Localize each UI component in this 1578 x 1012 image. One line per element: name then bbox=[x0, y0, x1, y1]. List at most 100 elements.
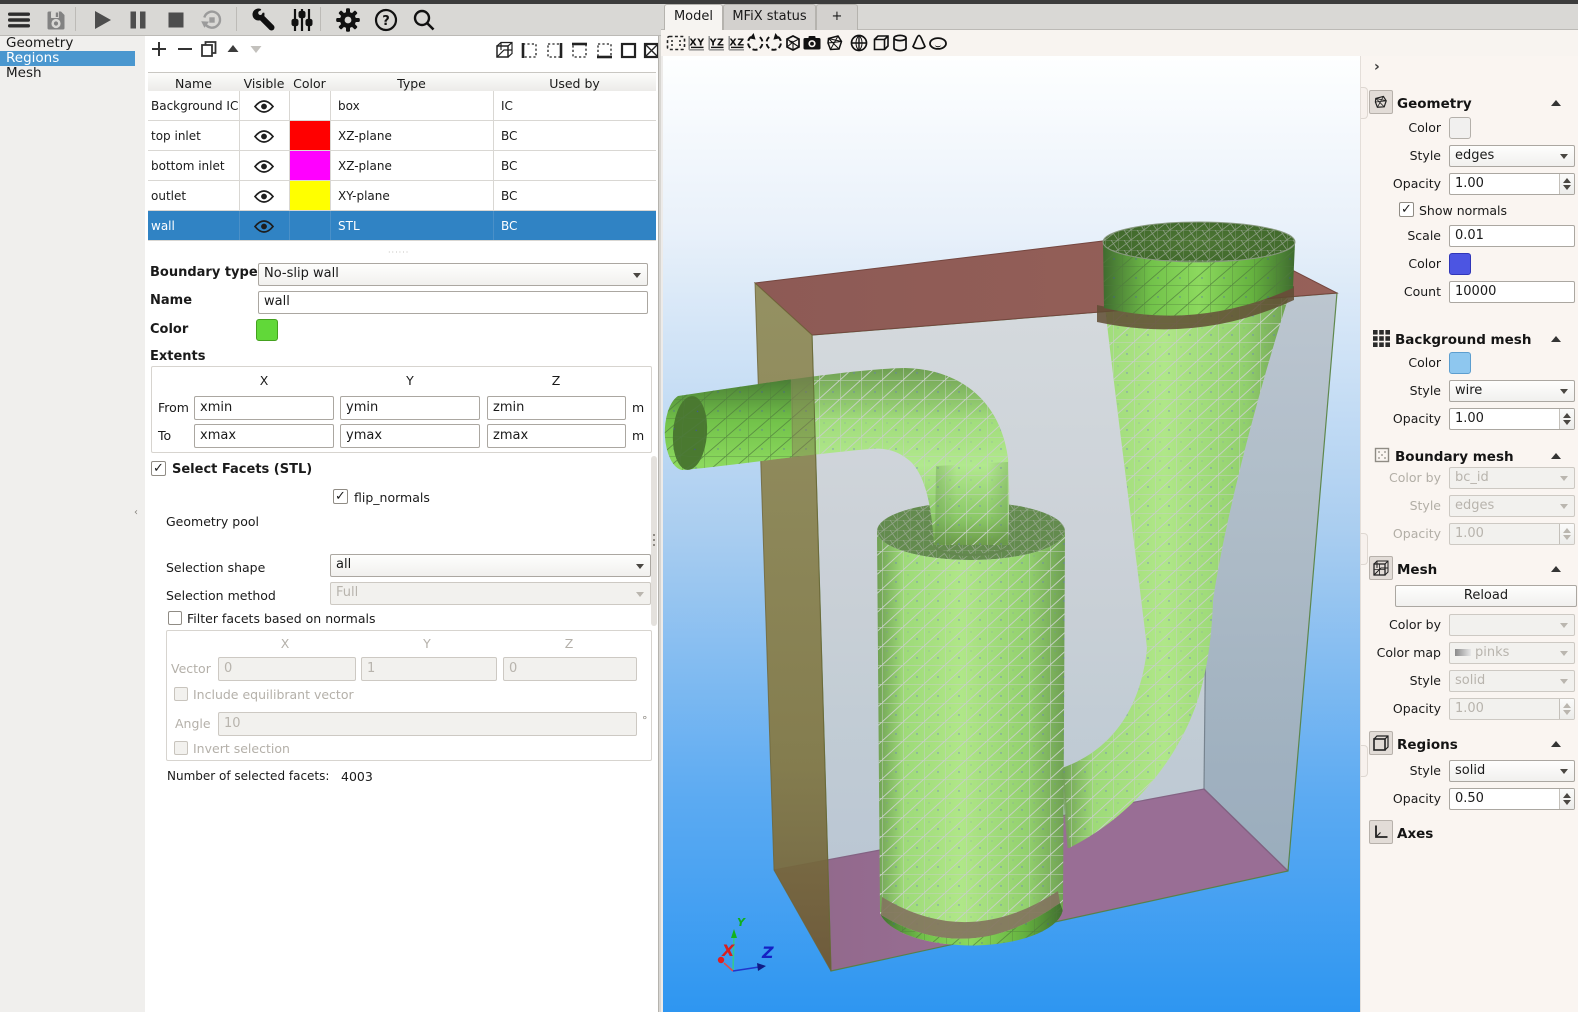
filter-facets-checkbox[interactable] bbox=[168, 611, 182, 625]
splitter-grip[interactable] bbox=[1361, 87, 1368, 119]
form-scrollbar[interactable] bbox=[651, 456, 657, 626]
reset-icon[interactable] bbox=[198, 6, 226, 34]
table-row-top-inlet[interactable]: top inlet XZ-plane BC bbox=[148, 121, 656, 151]
normals-count-input[interactable]: 10000 bbox=[1449, 281, 1575, 303]
help-icon[interactable]: ? bbox=[372, 6, 400, 34]
visible-eye-icon[interactable] bbox=[239, 181, 289, 211]
geometry-visibility-icon[interactable] bbox=[823, 31, 847, 55]
background-mesh-visibility-icon[interactable] bbox=[847, 31, 871, 55]
col-header-type[interactable]: Type bbox=[330, 76, 493, 91]
regions-style-combo[interactable]: solid bbox=[1449, 760, 1575, 782]
region-down-button[interactable] bbox=[245, 38, 267, 60]
extents-from-z-input[interactable]: zmin bbox=[487, 396, 626, 420]
boundary-type-combo[interactable]: No-slip wall bbox=[258, 263, 648, 286]
col-header-visible[interactable]: Visible bbox=[239, 76, 289, 91]
region-shape-plane-left-icon[interactable] bbox=[518, 39, 540, 61]
tab-mfix-status[interactable]: MFiX status bbox=[723, 4, 816, 30]
settings-gear-icon[interactable] bbox=[334, 6, 362, 34]
nav-item-mesh[interactable]: Mesh bbox=[0, 66, 135, 81]
save-icon[interactable] bbox=[42, 6, 70, 34]
tab-add[interactable]: + bbox=[816, 4, 858, 30]
region-remove-button[interactable] bbox=[174, 38, 196, 60]
flip-normals-checkbox[interactable]: ✓ bbox=[333, 489, 348, 504]
region-shape-plane-top-icon[interactable] bbox=[568, 39, 590, 61]
table-row-wall[interactable]: wall STL BC bbox=[148, 211, 656, 241]
geometry-collapse-arrow[interactable] bbox=[1551, 100, 1561, 106]
nav-item-geometry[interactable]: Geometry bbox=[0, 36, 135, 51]
boundary-mesh-section-icon[interactable] bbox=[1370, 443, 1394, 467]
splitter-dots[interactable]: ······ bbox=[388, 248, 409, 257]
splitter-grip[interactable] bbox=[1361, 745, 1368, 777]
tab-model[interactable]: Model bbox=[664, 4, 723, 31]
region-name-input[interactable]: wall bbox=[258, 291, 648, 314]
select-facets-checkbox[interactable]: ✓ bbox=[151, 461, 166, 476]
regions-section-title[interactable]: Regions bbox=[1397, 737, 1458, 753]
geometry-style-combo[interactable]: edges bbox=[1449, 145, 1575, 167]
visibility-eye-icon[interactable] bbox=[926, 31, 950, 55]
axes-section-title[interactable]: Axes bbox=[1397, 826, 1433, 842]
background-mesh-color-button[interactable] bbox=[1449, 352, 1471, 374]
panel-collapse-chevron[interactable]: › bbox=[1374, 59, 1380, 75]
screenshot-camera-icon[interactable] bbox=[800, 31, 824, 55]
background-mesh-section-title[interactable]: Background mesh bbox=[1395, 332, 1531, 348]
extents-to-y-input[interactable]: ymax bbox=[340, 424, 480, 448]
show-normals-checkbox[interactable]: ✓ bbox=[1399, 202, 1414, 217]
region-add-button[interactable] bbox=[148, 38, 170, 60]
region-color-swatch[interactable] bbox=[290, 151, 330, 180]
run-play-icon[interactable] bbox=[88, 6, 116, 34]
build-wrench-icon[interactable] bbox=[250, 6, 278, 34]
region-shape-plane-right-icon[interactable] bbox=[543, 39, 565, 61]
mesh-reload-button[interactable]: Reload bbox=[1395, 585, 1577, 607]
regions-collapse-arrow[interactable] bbox=[1551, 741, 1561, 747]
region-shape-square-icon[interactable] bbox=[617, 39, 639, 61]
table-row-bottom-inlet[interactable]: bottom inlet XZ-plane BC bbox=[148, 151, 656, 181]
table-row-background-ic[interactable]: Background IC box IC bbox=[148, 91, 656, 121]
normals-scale-input[interactable]: 0.01 bbox=[1449, 225, 1575, 247]
geometry-section-icon[interactable] bbox=[1369, 90, 1393, 114]
regions-section-icon[interactable] bbox=[1369, 731, 1393, 755]
regions-opacity-spinbox[interactable]: 0.50 bbox=[1449, 788, 1575, 810]
geometry-section-title[interactable]: Geometry bbox=[1397, 96, 1472, 112]
region-shape-plane-bottom-icon[interactable] bbox=[593, 39, 615, 61]
region-color-swatch[interactable] bbox=[290, 181, 330, 210]
axes-section-icon[interactable] bbox=[1369, 820, 1393, 844]
search-icon[interactable] bbox=[410, 6, 438, 34]
background-mesh-collapse-arrow[interactable] bbox=[1551, 336, 1561, 342]
region-color-button[interactable] bbox=[256, 319, 278, 341]
geometry-opacity-spinbox[interactable]: 1.00 bbox=[1449, 173, 1575, 195]
region-color-swatch[interactable] bbox=[290, 121, 330, 150]
stop-icon[interactable] bbox=[162, 6, 190, 34]
extents-to-z-input[interactable]: zmax bbox=[487, 424, 626, 448]
region-shape-box-icon[interactable] bbox=[493, 39, 515, 61]
selection-shape-combo[interactable]: all bbox=[330, 554, 651, 577]
parameters-sliders-icon[interactable] bbox=[288, 6, 316, 34]
extents-from-y-input[interactable]: ymin bbox=[340, 396, 480, 420]
region-duplicate-button[interactable] bbox=[198, 38, 220, 60]
boundary-mesh-collapse-arrow[interactable] bbox=[1551, 453, 1561, 459]
background-mesh-section-icon[interactable] bbox=[1369, 326, 1393, 350]
table-row-outlet[interactable]: outlet XY-plane BC bbox=[148, 181, 656, 211]
boundary-mesh-section-title[interactable]: Boundary mesh bbox=[1395, 449, 1514, 465]
3d-viewport[interactable]: Y X Z bbox=[661, 56, 1360, 1012]
extents-to-x-input[interactable]: xmax bbox=[194, 424, 334, 448]
background-mesh-style-combo[interactable]: wire bbox=[1449, 380, 1575, 402]
splitter-grip[interactable] bbox=[1361, 533, 1368, 565]
mesh-section-title[interactable]: Mesh bbox=[1397, 562, 1437, 578]
region-up-button[interactable] bbox=[222, 38, 244, 60]
pause-icon[interactable] bbox=[124, 6, 152, 34]
col-header-color[interactable]: Color bbox=[289, 76, 330, 91]
nav-item-regions[interactable]: Regions bbox=[0, 51, 135, 66]
visible-eye-icon[interactable] bbox=[239, 91, 289, 121]
mesh-collapse-arrow[interactable] bbox=[1551, 566, 1561, 572]
normals-color-button[interactable] bbox=[1449, 253, 1471, 275]
mesh-section-icon[interactable] bbox=[1369, 556, 1393, 580]
visible-eye-icon[interactable] bbox=[239, 121, 289, 151]
col-header-name[interactable]: Name bbox=[148, 76, 239, 91]
menu-hamburger-icon[interactable] bbox=[5, 6, 33, 34]
visible-eye-icon[interactable] bbox=[239, 211, 289, 241]
col-header-used-by[interactable]: Used by bbox=[493, 76, 656, 91]
extents-from-x-input[interactable]: xmin bbox=[194, 396, 334, 420]
visible-eye-icon[interactable] bbox=[239, 151, 289, 181]
background-mesh-opacity-spinbox[interactable]: 1.00 bbox=[1449, 408, 1575, 430]
geometry-color-button[interactable] bbox=[1449, 117, 1471, 139]
